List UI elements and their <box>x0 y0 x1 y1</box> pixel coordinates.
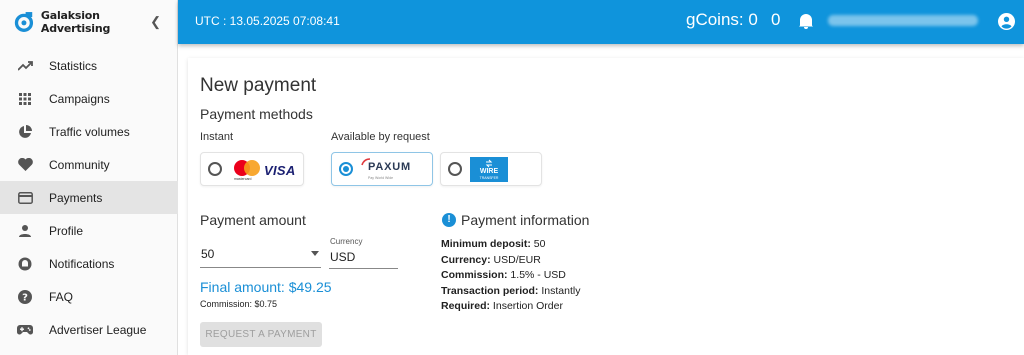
currency-value: USD <box>330 250 356 264</box>
sidebar-item-statistics[interactable]: Statistics <box>0 49 178 82</box>
account-icon[interactable] <box>998 13 1015 30</box>
mastercard-text: mastercard <box>234 177 252 181</box>
brand-name: Galaksion Advertising <box>40 9 111 35</box>
info-icon: ! <box>442 213 456 227</box>
currency-label: Currency <box>330 237 363 246</box>
sidebar-item-label: Payments <box>49 190 103 205</box>
visa-logo: VISA <box>264 163 296 178</box>
user-email-blurred[interactable] <box>828 15 978 26</box>
info-row-value: Instantly <box>538 284 581 297</box>
utc-clock: UTC : 13.05.2025 07:08:41 <box>195 14 340 28</box>
wire-logo-text: WIRE <box>479 168 499 175</box>
sidebar-item-profile[interactable]: Profile <box>0 214 178 247</box>
chevron-down-icon <box>311 251 319 256</box>
method-radio-selected[interactable] <box>339 162 353 176</box>
coins-count: 0 <box>771 10 781 29</box>
paxum-tagline: Pay World Wide <box>368 176 394 180</box>
info-row-label: Commission: <box>441 269 508 281</box>
sidebar-item-label: Profile <box>49 223 84 238</box>
payment-information-heading: Payment information <box>461 212 590 228</box>
info-row: Minimum deposit: 50 <box>441 237 580 253</box>
final-amount: Final amount: $49.25 <box>200 279 332 295</box>
sidebar-item-label: Campaigns <box>49 91 110 106</box>
sidebar-item-label: Notifications <box>49 256 115 271</box>
instant-label: Instant <box>200 131 234 143</box>
grid-icon <box>17 91 33 107</box>
page-title: New payment <box>200 75 317 96</box>
sidebar-item-label: Community <box>49 157 110 172</box>
top-bar: UTC : 13.05.2025 07:08:41 gCoins: 0 0 <box>178 0 1024 44</box>
info-row-label: Transaction period: <box>441 284 539 297</box>
wire-logo: WIRE TRANSFER <box>470 157 508 182</box>
sidebar-item-label: FAQ <box>49 289 74 304</box>
method-radio[interactable] <box>448 162 462 176</box>
info-row: Commission: 1.5% - USD <box>441 268 580 284</box>
payment-amount-heading: Payment amount <box>200 212 306 228</box>
sidebar-item-label: Statistics <box>49 58 98 73</box>
gamepad-icon <box>17 322 33 338</box>
method-card-visa-mastercard[interactable]: mastercard VISA <box>200 152 304 186</box>
trending-up-icon <box>17 58 33 74</box>
amount-value: 50 <box>201 247 215 261</box>
svg-text:?: ? <box>22 292 28 303</box>
chevron-left-icon[interactable]: ❮ <box>150 14 161 30</box>
info-row-value: USD/EUR <box>490 253 541 266</box>
heart-icon <box>17 157 33 173</box>
method-radio[interactable] <box>208 162 222 176</box>
help-icon: ? <box>17 289 33 305</box>
sidebar-item-community[interactable]: Community <box>0 148 178 181</box>
sidebar-item-label: Advertiser League <box>49 322 147 337</box>
paxum-logo: PAXUM <box>368 161 411 173</box>
sidebar-item-campaigns[interactable]: Campaigns <box>0 82 178 115</box>
sidebar-item-label: Traffic volumes <box>49 124 130 139</box>
notification-icon <box>17 256 33 272</box>
method-wire-transfer[interactable]: WIRE TRANSFER <box>440 152 542 186</box>
credit-card-icon <box>17 190 33 206</box>
sidebar-item-traffic-volumes[interactable]: Traffic volumes <box>0 115 178 148</box>
wire-logo-sub: TRANSFER <box>479 176 499 180</box>
info-row: Currency: USD/EUR <box>441 253 580 269</box>
request-payment-button[interactable]: REQUEST A PAYMENT <box>200 322 322 347</box>
payment-card: New payment Payment methods Instant Avai… <box>188 58 1024 355</box>
brand[interactable]: Galaksion Advertising ❮ <box>0 0 177 44</box>
sidebar-item-payments[interactable]: Payments <box>0 181 178 214</box>
payment-information-list: Minimum deposit: 50 Currency: USD/EUR Co… <box>441 237 580 315</box>
sidebar-item-notifications[interactable]: Notifications <box>0 247 178 280</box>
amount-select[interactable]: 50 <box>200 242 321 268</box>
sidebar-item-faq[interactable]: ? FAQ <box>0 280 178 313</box>
sidebar-nav: Statistics Campaigns Traffic volumes Com… <box>0 49 178 346</box>
wire-arrows-icon <box>485 159 493 168</box>
currency-field[interactable]: USD <box>329 246 398 269</box>
galaksion-logo-icon <box>14 12 34 32</box>
info-row: Required: Insertion Order <box>441 299 580 315</box>
payment-methods-heading: Payment methods <box>200 106 313 122</box>
commission-amount: Commission: $0.75 <box>200 299 278 309</box>
gcoins-balance: gCoins: 0 <box>686 10 758 29</box>
sidebar: Galaksion Advertising ❮ Statistics Campa… <box>0 0 178 355</box>
info-row-value: Insertion Order <box>490 300 563 312</box>
available-by-request-label: Available by request <box>331 131 430 143</box>
info-row-label: Currency: <box>441 253 491 266</box>
person-icon <box>17 223 33 239</box>
bell-icon[interactable] <box>798 12 814 30</box>
method-paxum[interactable]: PAXUM Pay World Wide <box>331 152 433 186</box>
info-row-label: Minimum deposit: <box>441 238 531 250</box>
info-row-value: 50 <box>530 238 546 250</box>
info-row-label: Required: <box>441 300 491 312</box>
pie-chart-icon <box>17 124 33 140</box>
sidebar-item-advertiser-league[interactable]: Advertiser League <box>0 313 178 346</box>
info-row: Transaction period: Instantly <box>441 284 580 300</box>
info-row-value: 1.5% - USD <box>507 269 566 281</box>
